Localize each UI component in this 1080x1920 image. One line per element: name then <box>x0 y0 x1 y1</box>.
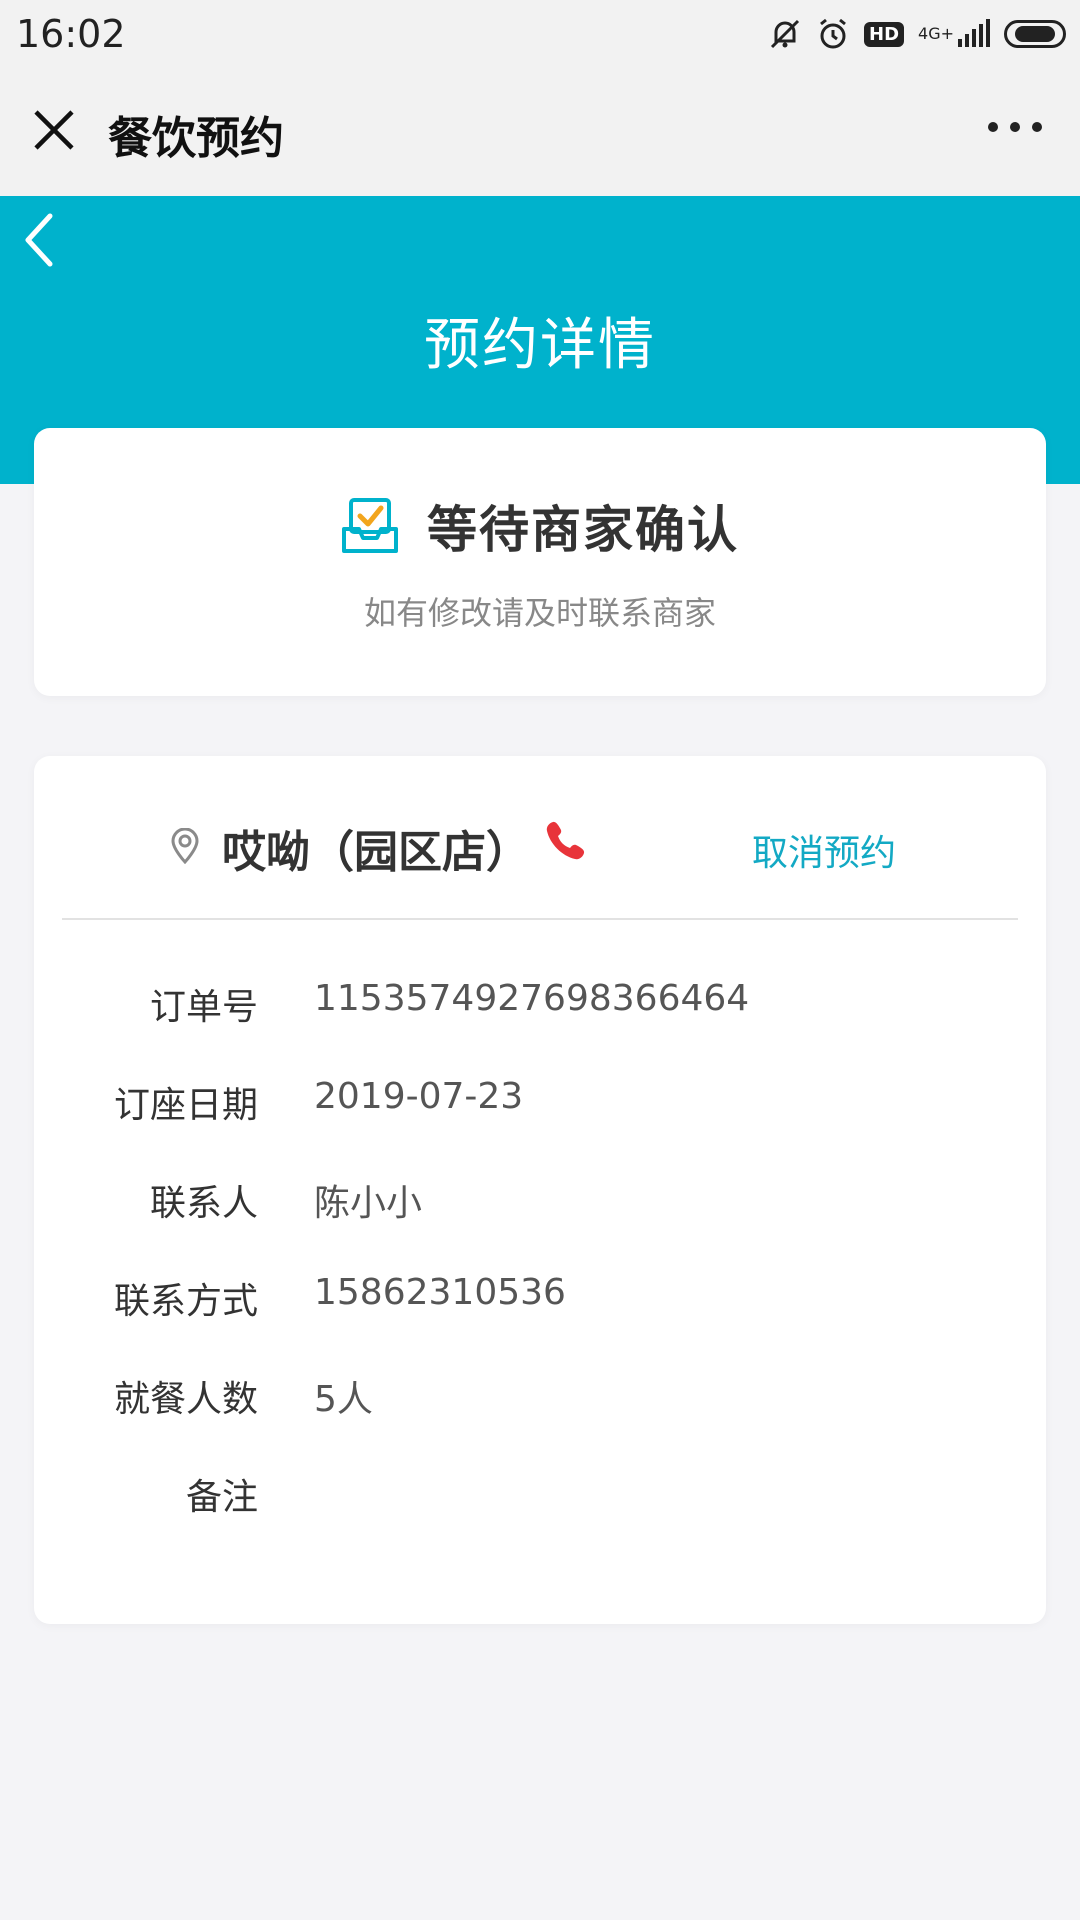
info-label: 订单号 <box>149 987 258 1028</box>
info-label: 订座日期 <box>113 1085 258 1126</box>
order-number-row: 订单号 1153574927698366464 <box>34 978 1046 1038</box>
remarks-row: 备注 <box>34 1468 1046 1528</box>
hd-badge: HD <box>864 21 905 47</box>
cancel-reservation-button[interactable]: 取消预约 <box>752 824 896 876</box>
mute-bell-icon <box>768 17 802 51</box>
detail-card: 哎呦（园区店） 取消预约 订单号 1153574927698366464 订座日… <box>34 756 1046 1624</box>
booking-date-row: 订座日期 2019-07-23 <box>34 1076 1046 1136</box>
info-label: 就餐人数 <box>113 1379 258 1420</box>
party-size-row: 就餐人数 5人 <box>34 1370 1046 1430</box>
battery-icon <box>1004 20 1066 48</box>
alarm-icon <box>816 17 850 51</box>
store-name: 哎呦（园区店） <box>222 827 530 878</box>
store-row: 哎呦（园区店） 取消预约 <box>34 798 1046 878</box>
phone-icon[interactable] <box>544 818 588 862</box>
signal-icon: 4G+ <box>918 19 990 49</box>
info-label: 备注 <box>185 1477 258 1518</box>
info-label: 联系方式 <box>113 1281 258 1322</box>
nav-title: 餐饮预约 <box>108 113 284 164</box>
status-card: 等待商家确认 如有修改请及时联系商家 <box>34 428 1046 696</box>
back-arrow-icon[interactable] <box>20 210 60 270</box>
party-size-value: 5人 <box>314 1379 373 1420</box>
info-label: 联系人 <box>149 1183 258 1224</box>
nav-bar: 餐饮预约 <box>0 66 1080 196</box>
more-menu-icon[interactable] <box>988 122 1042 132</box>
close-icon[interactable] <box>30 106 78 154</box>
page-title: 预约详情 <box>424 313 656 378</box>
status-icons: HD 4G+ <box>768 14 1066 54</box>
status-line: 等待商家确认 <box>34 490 1046 562</box>
order-number-value: 1153574927698366464 <box>314 978 750 1019</box>
status-bar: 16:02 HD 4G+ <box>0 0 1080 66</box>
contact-person-value: 陈小小 <box>314 1183 423 1224</box>
status-title: 等待商家确认 <box>427 501 739 559</box>
status-time: 16:02 <box>16 12 126 56</box>
network-label: 4G+ <box>918 24 954 43</box>
status-subtitle: 如有修改请及时联系商家 <box>363 594 716 632</box>
divider <box>62 918 1018 920</box>
booking-date-value: 2019-07-23 <box>314 1076 524 1117</box>
contact-phone-value: 15862310536 <box>314 1272 566 1313</box>
contact-phone-row: 联系方式 15862310536 <box>34 1272 1046 1332</box>
location-pin-icon <box>171 828 199 864</box>
inbox-check-icon <box>342 498 398 553</box>
contact-person-row: 联系人 陈小小 <box>34 1174 1046 1234</box>
